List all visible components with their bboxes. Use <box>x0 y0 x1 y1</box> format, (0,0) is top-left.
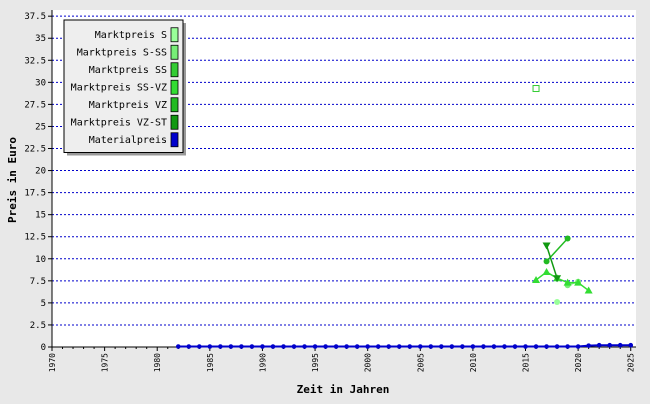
data-point <box>312 344 318 349</box>
data-point <box>417 344 423 349</box>
x-tick-label: 2020 <box>574 353 583 372</box>
x-tick-label: 1990 <box>258 353 267 372</box>
data-point <box>291 344 297 349</box>
y-tick-label: 32.5 <box>24 56 46 66</box>
series <box>532 85 540 93</box>
y-tick-label: 2.5 <box>30 321 46 331</box>
legend-swatch <box>170 114 179 130</box>
data-point <box>354 344 360 349</box>
data-point <box>186 344 192 349</box>
data-point <box>586 343 591 348</box>
data-point <box>502 344 507 349</box>
y-tick-label: 22.5 <box>24 145 46 155</box>
series <box>554 299 561 306</box>
y-tick-label: 37.5 <box>24 12 46 22</box>
legend-swatch <box>170 79 179 95</box>
legend-label: Marktpreis VZ-ST <box>71 117 167 128</box>
data-point <box>554 344 560 349</box>
legend-label: Marktpreis VZ <box>89 100 167 111</box>
legend-swatch <box>170 97 179 113</box>
data-point <box>396 344 402 349</box>
y-tick-label: 25 <box>35 122 46 132</box>
legend-label: Marktpreis S-SS <box>77 47 167 58</box>
y-axis-ticks: 0 2.5 5 7.5 10 12.5 15 17.5 20 22.5 25 27.5 30 32.5 35… <box>24 12 52 353</box>
data-point <box>607 342 612 348</box>
data-point <box>175 344 181 349</box>
data-point <box>481 344 486 349</box>
y-tick-label: 20 <box>35 167 46 177</box>
legend-swatch <box>170 132 179 148</box>
x-axis-label: Zeit in Jahren <box>297 383 390 396</box>
legend-swatch <box>170 62 179 78</box>
data-point <box>628 342 634 348</box>
y-tick-label: 10 <box>35 255 46 265</box>
legend-label: Marktpreis SS <box>89 65 167 76</box>
data-point <box>228 344 234 349</box>
data-point <box>596 342 602 348</box>
data-point <box>512 344 518 349</box>
y-tick-label: 35 <box>35 34 46 44</box>
data-point <box>239 344 244 349</box>
y-tick-label: 7.5 <box>30 277 46 287</box>
x-tick-label: 2005 <box>416 353 425 372</box>
x-axis-ticks: 1970 1975 1980 1985 1990 1995 2000 2005 2010 2015… <box>48 347 636 372</box>
data-point <box>302 344 307 349</box>
data-point <box>344 344 349 349</box>
data-point <box>270 344 276 349</box>
data-point <box>365 344 370 349</box>
data-point <box>565 344 570 349</box>
data-point <box>533 344 539 349</box>
x-tick-label: 2015 <box>522 353 531 372</box>
chart-frame: 0 2.5 5 7.5 10 12.5 15 17.5 20 22.5 25 27.5 30 32.5 35… <box>0 0 650 400</box>
price-chart: 0 2.5 5 7.5 10 12.5 15 17.5 20 22.5 25 27.5 30 32.5 35… <box>6 10 636 396</box>
data-point <box>260 344 265 349</box>
legend-label: Materialpreis <box>89 135 167 146</box>
y-tick-label: 30 <box>35 78 46 88</box>
x-tick-label: 1985 <box>206 353 215 372</box>
legend-label: Marktpreis S <box>95 30 167 41</box>
data-point <box>407 344 413 349</box>
data-point <box>207 344 213 349</box>
data-point <box>333 344 339 349</box>
x-tick-label: 1975 <box>101 353 110 372</box>
data-point <box>386 344 392 349</box>
data-point <box>491 344 497 349</box>
data-point <box>375 344 381 349</box>
data-point <box>523 344 528 349</box>
legend-label: Marktpreis SS-VZ <box>71 82 167 93</box>
legend-swatch <box>170 44 179 60</box>
legend-swatch <box>170 27 179 43</box>
data-point <box>449 344 455 349</box>
data-point <box>323 344 328 349</box>
x-tick-label: 1980 <box>153 353 162 372</box>
data-point <box>575 344 581 349</box>
data-point <box>439 344 444 349</box>
data-point <box>460 344 465 349</box>
x-tick-label: 2010 <box>469 353 478 372</box>
data-point <box>281 344 286 349</box>
data-point <box>249 344 255 349</box>
data-point <box>197 344 202 349</box>
y-tick-label: 15 <box>35 211 46 221</box>
x-tick-label: 1970 <box>48 353 57 372</box>
y-axis-label: Preis in Euro <box>6 137 19 223</box>
data-point <box>554 299 561 306</box>
data-point <box>428 344 434 349</box>
data-point <box>617 342 623 348</box>
y-tick-label: 27.5 <box>24 100 46 110</box>
data-point <box>218 344 223 349</box>
data-point <box>470 344 476 349</box>
y-tick-label: 12.5 <box>24 233 46 243</box>
x-tick-label: 1995 <box>311 353 320 372</box>
data-point <box>544 344 549 349</box>
y-tick-label: 5 <box>41 299 46 309</box>
data-point <box>564 235 571 242</box>
legend: Marktpreis S Marktpreis S-SS Marktpreis SS… <box>63 19 186 156</box>
x-tick-label: 2025 <box>627 353 636 372</box>
data-point <box>532 85 540 93</box>
x-tick-label: 2000 <box>364 353 373 372</box>
data-point <box>543 258 550 265</box>
y-tick-label: 17.5 <box>24 189 46 199</box>
y-tick-label: 0 <box>41 343 46 353</box>
